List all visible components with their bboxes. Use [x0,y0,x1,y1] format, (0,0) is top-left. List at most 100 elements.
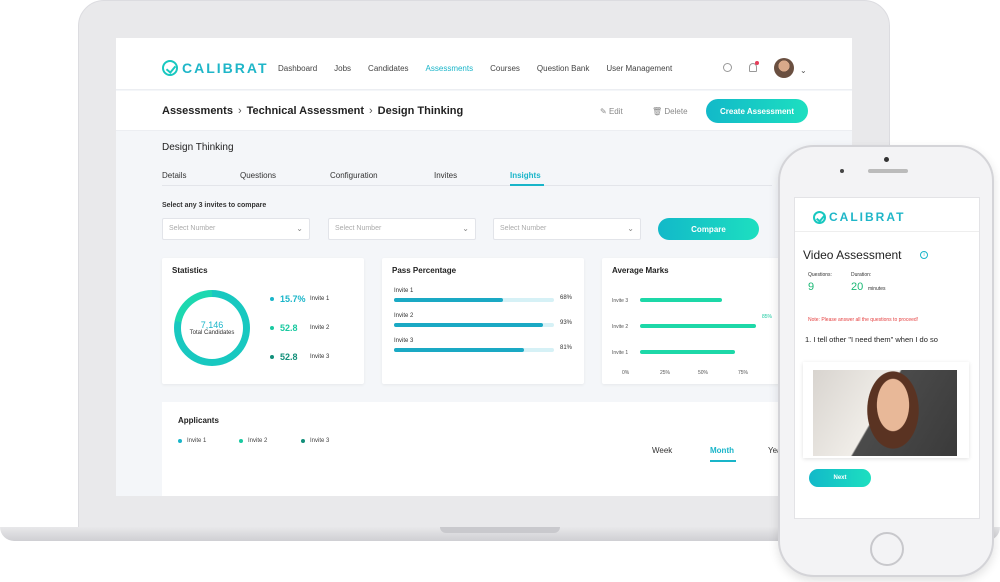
nav-user-management[interactable]: User Management [606,64,672,73]
pass-percentage-title: Pass Percentage [392,266,457,275]
pass-track [394,298,554,302]
video-assessment-title: Video Assessment [803,248,902,262]
phone-camera [884,157,889,162]
page-title: Design Thinking [162,142,234,153]
check-circle-icon [813,210,826,224]
select-placeholder: Select Number [169,225,216,232]
nav-dashboard[interactable]: Dashboard [278,64,317,73]
home-button[interactable] [870,532,904,566]
delete-button[interactable]: 🗑 Delete [652,107,688,116]
statistics-card: Statistics 7,146 Total Candidates 15.7% … [162,258,364,384]
avg-bar [640,350,735,354]
edit-button[interactable]: ✎ Edit [600,107,623,116]
invite-select-3[interactable]: Select Number ⌄ [493,218,641,240]
info-icon[interactable]: i [920,251,928,259]
active-period-indicator [710,460,736,462]
legend-label: Invite 3 [310,438,330,444]
breadcrumb-assessments[interactable]: Assessments [162,105,233,117]
breadcrumb-bar: Assessments › Technical Assessment › Des… [116,91,852,131]
stat-value: 15.7% [280,294,306,304]
axis-tick: 0% [622,370,630,376]
brand-name: CALIBRAT [182,60,269,76]
tab-invites[interactable]: Invites [434,171,457,180]
active-tab-indicator [510,184,544,186]
video-player[interactable] [813,370,957,456]
tab-configuration[interactable]: Configuration [330,171,378,180]
legend-dot [239,439,243,443]
tab-questions[interactable]: Questions [240,171,276,180]
legend-label: Invite 1 [187,438,207,444]
legend-label: Invite 2 [248,438,268,444]
pass-fill [394,348,524,352]
period-week[interactable]: Week [652,446,672,455]
invite-select-1[interactable]: Select Number ⌄ [162,218,310,240]
pass-row: Invite 1 68% [394,288,574,302]
phone-speaker [868,169,908,173]
pass-fill [394,298,503,302]
legend-dot [178,439,182,443]
period-month[interactable]: Month [710,446,734,455]
compare-button[interactable]: Compare [658,218,759,240]
avatar[interactable] [774,58,794,78]
stat-label: Invite 3 [310,354,330,360]
invite-select-2[interactable]: Select Number ⌄ [328,218,476,240]
brand-logo: CALIBRAT [813,210,905,224]
notification-dot [755,61,759,65]
nav-jobs[interactable]: Jobs [334,64,351,73]
duration-unit: minutes [868,286,886,292]
stat-row: 52.8 Invite 2 [270,323,329,333]
nav-question-bank[interactable]: Question Bank [537,64,589,73]
stat-row: 15.7% Invite 1 [270,294,329,304]
tab-insights[interactable]: Insights [510,171,541,180]
legend-dot [270,355,274,359]
pass-row-value: 93% [560,320,573,326]
chevron-down-icon[interactable]: ⌄ [800,66,807,75]
pass-track [394,323,554,327]
total-candidates-value: 7,146 [200,320,224,330]
avg-bar-value: 85% [762,314,773,320]
legend-item: Invite 3 [301,438,329,444]
avg-row-label: Invite 3 [612,298,629,304]
donut-center: 7,146 Total Candidates [181,297,243,359]
pass-row-value: 68% [560,295,573,301]
candidates-donut: 7,146 Total Candidates [174,290,250,366]
nav-assessments[interactable]: Assessments [426,64,474,73]
legend-item: Invite 2 [239,438,267,444]
average-marks-title: Average Marks [612,266,669,275]
question-text: 1. I tell other "I need them" when I do … [805,335,938,344]
pass-percentage-card: Pass Percentage Invite 1 68% Invite 2 93… [382,258,584,384]
select-placeholder: Select Number [500,225,547,232]
duration-label: Duration: [851,272,872,278]
search-icon[interactable] [723,63,732,72]
compare-label: Select any 3 invites to compare [162,202,267,209]
breadcrumb-technical-assessment[interactable]: Technical Assessment [247,105,364,117]
nav-menu: Dashboard Jobs Candidates Assessments Co… [278,64,689,73]
stat-label: Invite 1 [310,296,330,302]
average-marks-card: Average Marks Invite 3 Invite 2 85% Invi… [602,258,802,384]
pass-fill [394,323,543,327]
chevron-down-icon: ⌄ [462,224,469,233]
duration-value: 20 [851,281,864,293]
tab-details[interactable]: Details [162,171,186,180]
tab-bar: Details Questions Configuration Invites … [162,168,772,186]
laptop-screen: CALIBRAT Dashboard Jobs Candidates Asses… [116,38,852,496]
legend-dot [270,326,274,330]
create-assessment-button[interactable]: Create Assessment [706,99,808,123]
nav-courses[interactable]: Courses [490,64,520,73]
statistics-title: Statistics [172,266,208,275]
phone-frame: CALIBRAT Video Assessment i Questions: 9… [778,145,994,577]
next-button[interactable]: Next [809,469,871,487]
legend-dot [270,297,274,301]
chevron-down-icon: ⌄ [296,224,303,233]
chevron-right-icon: › [369,105,373,117]
applicants-card: Applicants Invite 1 Invite 2 Invite 3 We… [162,402,812,496]
laptop-notch [440,527,560,533]
nav-candidates[interactable]: Candidates [368,64,408,73]
video-card [803,362,969,458]
phone-sensor [840,169,844,173]
axis-tick: 75% [738,370,749,376]
check-circle-icon [162,60,178,76]
pass-row: Invite 2 93% [394,313,574,327]
brand-logo[interactable]: CALIBRAT [162,60,269,76]
axis-tick: 50% [698,370,709,376]
